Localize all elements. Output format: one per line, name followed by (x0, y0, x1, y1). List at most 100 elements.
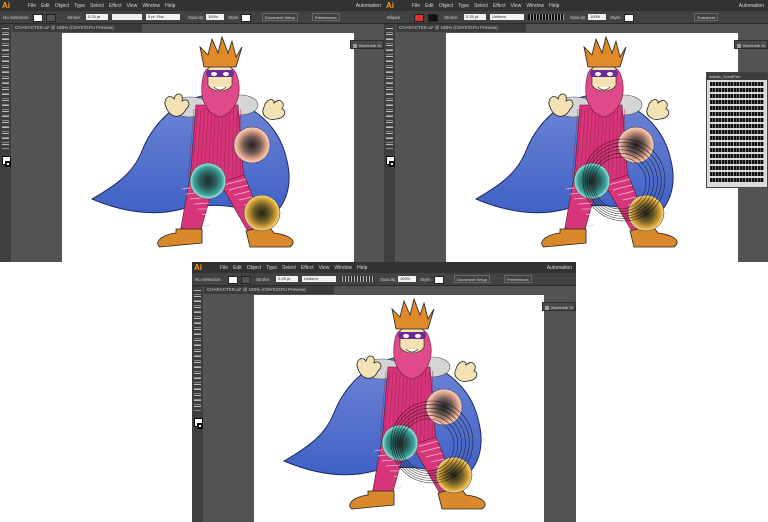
menu-view[interactable]: View (127, 3, 138, 9)
document-setup-button[interactable]: Document Setup (454, 275, 490, 283)
tool-icon[interactable] (386, 88, 393, 94)
tool-icon[interactable] (386, 55, 393, 61)
preferences-button[interactable]: Preferences (504, 275, 532, 283)
menu-select[interactable]: Select (90, 3, 104, 9)
workspace-switcher[interactable]: Automation (739, 3, 764, 9)
fill-swatch[interactable] (228, 276, 238, 284)
tool-icon[interactable] (386, 33, 393, 39)
opacity-field[interactable]: 100% (398, 276, 416, 282)
menu-type[interactable]: Type (74, 3, 85, 9)
graphic-style-swatch[interactable] (241, 14, 251, 22)
graphic-styles-panel-button[interactable]: Illuminate St (734, 40, 768, 49)
tool-icon[interactable] (386, 39, 393, 44)
tool-icon[interactable] (194, 323, 201, 328)
tool-icon[interactable] (194, 350, 201, 356)
workspace-switcher[interactable]: Automation (547, 265, 572, 271)
menu-edit[interactable]: Edit (425, 3, 434, 9)
tool-icon[interactable] (2, 77, 9, 83)
tool-icon[interactable] (386, 72, 393, 77)
tool-icon[interactable] (194, 367, 201, 372)
menu-object[interactable]: Object (55, 3, 69, 9)
brush-swatch[interactable] (710, 112, 764, 116)
stroke-weight-field[interactable]: 0.25 pt (276, 276, 298, 282)
brush-definition[interactable]: 5 pt. Flat (146, 14, 180, 20)
menu-effect[interactable]: Effect (109, 3, 122, 9)
brush-swatch[interactable] (710, 166, 764, 170)
document-tab[interactable]: CHARACTER.ai* @ 150% (CMYK/GPU Preview) (12, 24, 142, 32)
tool-icon[interactable] (2, 99, 9, 105)
opacity-field[interactable]: 100% (206, 14, 224, 20)
stroke-swatch[interactable] (241, 276, 251, 284)
brush-swatch[interactable] (710, 142, 764, 146)
tool-icon[interactable] (2, 50, 9, 55)
menu-view[interactable]: View (511, 3, 522, 9)
tool-icon[interactable] (386, 83, 393, 88)
tool-icon[interactable] (2, 72, 9, 77)
menu-type[interactable]: Type (458, 3, 469, 9)
menu-edit[interactable]: Edit (41, 3, 50, 9)
tool-icon[interactable] (2, 66, 9, 72)
brush-swatch[interactable] (710, 178, 764, 182)
brush-swatch[interactable] (710, 172, 764, 176)
tool-icon[interactable] (2, 138, 9, 143)
document-tab[interactable]: CHARACTER.ai* @ 150% (CMYK/GPU Preview) (204, 286, 334, 294)
menu-help[interactable]: Help (549, 3, 559, 9)
brush-swatch[interactable] (710, 88, 764, 92)
tool-icon[interactable] (2, 83, 9, 88)
stroke-color-icon[interactable] (5, 161, 11, 167)
tool-icon[interactable] (2, 94, 9, 99)
variable-width-profile[interactable] (112, 14, 142, 20)
stroke-weight-field[interactable]: 0.25 pt (464, 14, 486, 20)
tool-icon[interactable] (2, 132, 9, 138)
tool-icon[interactable] (386, 138, 393, 143)
variable-width-profile[interactable]: Uniform (302, 276, 336, 282)
menu-window[interactable]: Window (334, 265, 352, 271)
tool-icon[interactable] (2, 116, 9, 121)
tool-icon[interactable] (386, 94, 393, 99)
tool-icon[interactable] (194, 400, 201, 405)
menu-file[interactable]: File (28, 3, 36, 9)
tool-icon[interactable] (194, 339, 201, 345)
tool-icon[interactable] (386, 105, 393, 110)
tool-icon[interactable] (2, 39, 9, 44)
brush-swatch[interactable] (710, 136, 764, 140)
fill-swatch[interactable] (33, 14, 43, 22)
tool-icon[interactable] (386, 143, 393, 149)
menu-effect[interactable]: Effect (301, 265, 314, 271)
stroke-swatch[interactable] (46, 14, 56, 22)
tool-icon[interactable] (386, 121, 393, 127)
tool-icon[interactable] (2, 28, 9, 33)
graphic-style-swatch[interactable] (624, 14, 634, 22)
menu-view[interactable]: View (319, 265, 330, 271)
workspace-switcher[interactable]: Automation (356, 3, 381, 9)
tool-icon[interactable] (386, 99, 393, 105)
transform-button[interactable]: Transform (694, 13, 719, 21)
stroke-swatch[interactable] (428, 14, 438, 22)
graphic-styles-panel-button[interactable]: Illuminate St (350, 40, 384, 49)
tool-icon[interactable] (194, 345, 201, 350)
tool-icon[interactable] (386, 127, 393, 132)
stroke-weight-field[interactable]: 0.25 pt (86, 14, 108, 20)
menu-file[interactable]: File (220, 265, 228, 271)
graphic-styles-panel-button[interactable]: Illuminate St (542, 302, 576, 311)
menu-type[interactable]: Type (266, 265, 277, 271)
tool-icon[interactable] (194, 361, 201, 367)
menu-help[interactable]: Help (165, 3, 175, 9)
tool-icon[interactable] (194, 394, 201, 400)
stroke-color-icon[interactable] (389, 161, 395, 167)
tool-icon[interactable] (386, 28, 393, 33)
tool-icon[interactable] (194, 334, 201, 339)
stroke-color-icon[interactable] (197, 423, 203, 429)
menu-file[interactable]: File (412, 3, 420, 9)
menu-help[interactable]: Help (357, 265, 367, 271)
menu-effect[interactable]: Effect (493, 3, 506, 9)
tool-icon[interactable] (386, 66, 393, 72)
tool-icon[interactable] (2, 127, 9, 132)
tool-icon[interactable] (386, 50, 393, 55)
tool-icon[interactable] (194, 290, 201, 295)
tool-icon[interactable] (194, 383, 201, 389)
tool-icon[interactable] (2, 105, 9, 110)
brush-swatch[interactable] (710, 100, 764, 104)
brush-swatch[interactable] (710, 148, 764, 152)
document-setup-button[interactable]: Document Setup (262, 13, 298, 21)
